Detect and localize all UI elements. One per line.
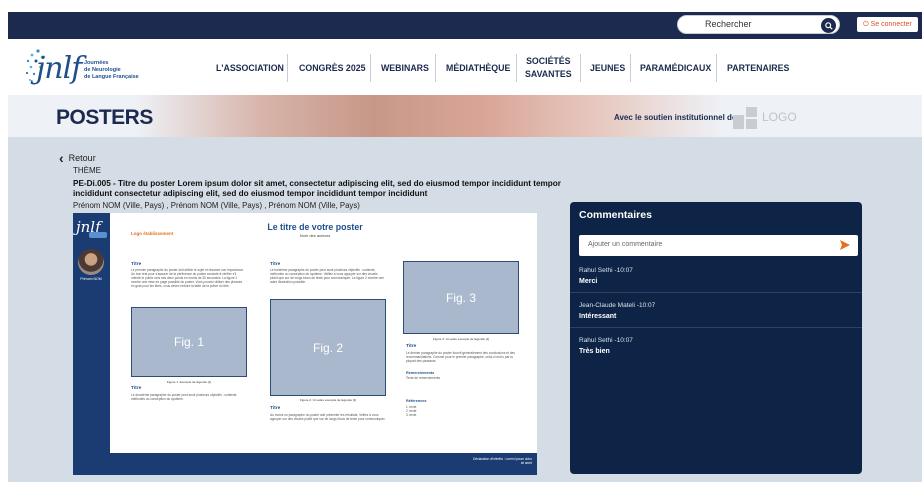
nav-divider xyxy=(370,54,371,82)
nav-paramedicaux[interactable]: PARAMÉDICAUX xyxy=(640,63,711,74)
comment-item: Rahul Sethi -10:07 Merci xyxy=(579,267,633,285)
search-icon[interactable] xyxy=(821,18,836,33)
poster-section-text: Le deuxième paragraphe du poster peut av… xyxy=(131,393,238,401)
nav-congres[interactable]: CONGRÈS 2025 xyxy=(299,63,366,74)
theme-label: THÈME xyxy=(73,166,101,175)
poster-authors: Prénom NOM (Ville, Pays) , Prénom NOM (V… xyxy=(73,201,360,210)
login-label: Se connecter xyxy=(870,21,912,28)
poster-section-text: Le dernier paragraphe du poster fournit … xyxy=(406,351,515,363)
comment-divider xyxy=(570,327,862,328)
poster-figure-3: Fig. 3 xyxy=(403,261,519,334)
search-input[interactable]: Rechercher xyxy=(705,19,752,29)
poster-section-title: Titre xyxy=(406,344,417,349)
sponsor-logo-text: LOGO xyxy=(762,110,797,124)
poster-thanks-text: Texte de remerciements xyxy=(406,376,441,380)
comment-author: Rahul Sethi -10:07 xyxy=(579,267,633,274)
poster-figure-caption: Figure 2. Un autre exemple de légende [1… xyxy=(299,398,357,402)
comment-author: Rahul Sethi -10:07 xyxy=(579,337,633,344)
comment-placeholder: Ajouter un commentaire xyxy=(588,241,663,248)
poster-section-title: Titre xyxy=(270,262,281,267)
presenter-avatar xyxy=(78,249,104,275)
comment-text: Intéressant xyxy=(579,313,617,320)
nav-divider xyxy=(516,54,517,82)
establishment-logo: Logo établissement xyxy=(131,231,174,236)
nav-partenaires[interactable]: PARTENAIRES xyxy=(727,63,789,74)
login-button[interactable]: ⏻ Se connecter xyxy=(857,17,918,32)
comment-item: Rahul Sethi -10:07 Très bien xyxy=(579,337,633,355)
poster-main-title: Le titre de votre poster xyxy=(267,222,363,232)
brand-name: jnlf xyxy=(36,51,82,86)
nav-jeunes[interactable]: JEUNES xyxy=(590,63,625,74)
poster-figure-1: Fig. 1 xyxy=(131,307,247,377)
poster-section-title: Titre xyxy=(270,406,281,411)
brand-subtitle: Journées de Neurologie de Langue Françai… xyxy=(84,60,139,80)
comment-text: Très bien xyxy=(579,348,610,355)
comment-item: Jean-Claude Mateli -10:07 Intéressant xyxy=(579,302,655,320)
comment-text: Merci xyxy=(579,278,598,285)
nav-societes-savantes[interactable]: SOCIÉTÉS SAVANTES xyxy=(525,56,572,80)
power-icon: ⏻ xyxy=(863,20,869,28)
send-icon[interactable] xyxy=(839,239,851,251)
poster-title: PE-Di.005 - Titre du poster Lorem ipsum … xyxy=(73,179,561,198)
nav-divider xyxy=(630,54,631,82)
comments-title: Commentaires xyxy=(579,209,652,221)
nav-association[interactable]: L'ASSOCIATION xyxy=(216,63,284,74)
poster-section-title: Titre xyxy=(131,386,142,391)
nav-mediatheque[interactable]: MÉDIATHÈQUE xyxy=(446,63,510,74)
poster-references-title: Références xyxy=(406,399,427,403)
poster-section-text: Au moins un paragraphe du poster doit pr… xyxy=(270,413,386,421)
poster-figure-caption: Figure 3. Un autre exemple de légende [1… xyxy=(432,337,490,341)
chevron-left-icon: ‹ xyxy=(59,150,64,166)
poster-thanks-title: Remerciements xyxy=(406,371,435,375)
poster-section-title: Titre xyxy=(131,262,142,267)
comment-divider xyxy=(570,292,862,293)
page-title: POSTERS xyxy=(56,106,153,129)
poster-section-text: Le troisième paragraphe du poster peut a… xyxy=(270,268,384,284)
nav-divider xyxy=(580,54,581,82)
comment-input[interactable]: Ajouter un commentaire xyxy=(579,235,858,256)
poster-figure-caption: Figure 1. Exemple de légende [1] xyxy=(166,380,212,384)
poster-sidebar-badge xyxy=(89,232,107,238)
nav-divider xyxy=(435,54,436,82)
sponsor-text: Avec le soutien institutionnel de xyxy=(614,113,737,122)
poster-footer-text: Déclaration d'intérêts : Lorem ipsum dol… xyxy=(473,457,532,465)
nav-divider xyxy=(287,54,288,82)
poster-main-authors: Nom des auteurs xyxy=(299,233,331,238)
poster-reference: 3. texte xyxy=(406,413,417,417)
nav-divider xyxy=(716,54,717,82)
search-box[interactable]: Rechercher xyxy=(677,15,840,34)
nav-webinars[interactable]: WEBINARS xyxy=(381,63,429,74)
poster-figure-2: Fig. 2 xyxy=(270,299,386,396)
sponsor-logo-icon xyxy=(733,107,759,129)
back-label: Retour xyxy=(68,153,96,163)
brand-logo[interactable]: jnlf Journées de Neurologie de Langue Fr… xyxy=(24,43,154,91)
poster-section-text: Le premier paragraphe du poster doit déf… xyxy=(131,268,244,288)
presenter-name: Prénom NOM xyxy=(80,277,102,281)
comment-author: Jean-Claude Mateli -10:07 xyxy=(579,302,656,309)
back-link[interactable]: ‹ Retour xyxy=(59,150,96,166)
